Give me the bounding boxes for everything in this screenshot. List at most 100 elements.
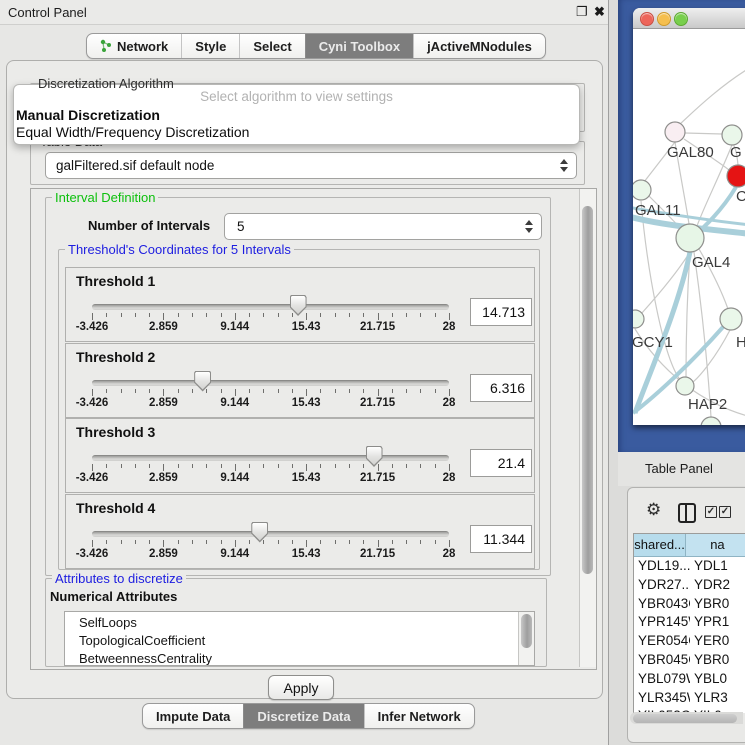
bottom-tab-bar: Impute Data Discretize DataInfer Network [142,703,475,729]
network-node-label: C [736,188,745,205]
slider-tick-label: 9.144 [203,548,267,560]
network-node[interactable] [633,180,651,200]
network-view-window: GAL80GCGAL11GAL4GCY1HHAP2 [633,8,745,425]
slider-ticks [92,313,450,321]
tab-cyni-toolbox[interactable]: Cyni Toolbox [305,34,413,58]
table-cell: YPR145W [634,613,690,632]
table-horizontal-scrollbar-thumb[interactable] [633,714,737,723]
slider-tick-label: 21.715 [346,321,410,333]
table-row[interactable]: YBR043CYBR0 [634,595,745,614]
attribute-list-item[interactable]: TopologicalCoefficient [65,632,534,650]
mac-close-button[interactable] [640,12,654,26]
attribute-list-item[interactable]: BetweennessCentrality [65,650,534,666]
combo-arrows-icon [560,159,568,172]
threshold-row: Threshold 1 14.713 -3.4262.8599.14415.43… [65,267,535,342]
slider-tick-label: 9.144 [203,321,267,333]
algorithm-option[interactable]: Manual Discretization [16,107,576,123]
table-row[interactable]: YDR27...YDR2 [634,576,745,595]
slider-tick-label: 21.715 [346,472,410,484]
discretization-algorithm-group-title: Discretization Algorithm [38,76,174,91]
vertical-scrollbar-thumb[interactable] [582,206,593,574]
control-panel-window: Control Panel ❐ ✖ Network Style SelectCyni… [0,0,609,745]
table-row[interactable]: YBL079WYBL0 [634,670,745,689]
mac-minimize-button[interactable] [657,12,671,26]
network-icon [100,39,112,53]
slider-track[interactable] [92,380,449,386]
network-node[interactable] [727,165,745,187]
slider-tick-label: 21.715 [346,397,410,409]
top-tab-bar: Network Style SelectCyni ToolboxjActiveMNo… [86,33,546,59]
slider-tick-label: 28 [417,548,481,560]
network-window-titlebar [633,8,745,29]
table-data-combo-value: galFiltered.sif default node [46,158,560,173]
network-edge[interactable] [680,67,745,124]
table-column-header[interactable]: na [686,534,745,556]
num-intervals-label: Number of Intervals [88,218,210,233]
table-panel-header: Table Panel [618,452,745,486]
slider-tick-label: -3.426 [60,397,124,409]
interval-definition-group-title: Interval Definition [52,190,158,205]
network-node[interactable] [722,125,742,145]
slider-track[interactable] [92,304,449,310]
tab-style[interactable]: Style [181,34,239,58]
tab-label: Style [195,39,226,54]
tab-label: Impute Data [156,709,230,724]
attributes-listbox[interactable]: SelfLoopsTopologicalCoefficientBetweenne… [64,611,535,666]
split-columns-icon[interactable] [678,503,696,523]
table-cell: YER0 [690,632,745,651]
threshold-row: Threshold 4 11.344 -3.4262.8599.14415.43… [65,494,535,569]
tab-impute-data[interactable]: Impute Data [143,704,243,728]
tab-select[interactable]: Select [239,34,304,58]
slider-tick-label: 9.144 [203,397,267,409]
network-canvas[interactable]: GAL80GCGAL11GAL4GCY1HHAP2 [633,29,745,425]
attributes-scrollbar-thumb[interactable] [521,614,532,648]
table-row[interactable]: YLR345WYLR3 [634,689,745,708]
threshold-label: Threshold 2 [76,349,155,365]
checkbox-icon[interactable]: ✓ [705,506,717,518]
network-node[interactable] [676,224,704,252]
network-node[interactable] [676,377,694,395]
num-intervals-combo[interactable]: 5 [224,213,542,240]
slider-ticks [92,540,450,548]
float-window-icon[interactable]: ❐ [576,4,588,20]
table-row[interactable]: YER054CYER0 [634,632,745,651]
network-edge[interactable] [694,252,711,417]
table-cell: YBR043C [634,595,690,614]
slider-tick-label: -3.426 [60,321,124,333]
slider-tick-label: 15.43 [274,472,338,484]
threshold-label: Threshold 3 [76,424,155,440]
table-column-header[interactable]: shared... [634,534,686,556]
network-edge[interactable] [685,133,722,134]
slider-tick-label: 9.144 [203,472,267,484]
table-data-combo[interactable]: galFiltered.sif default node [45,152,577,179]
network-node[interactable] [701,417,721,425]
network-node[interactable] [720,308,742,330]
attributes-group-title: Attributes to discretize [52,571,186,586]
slider-tick-label: 28 [417,321,481,333]
node-attribute-table[interactable]: shared...na YDL19...YDL1YDR27...YDR2YBR0… [633,533,745,713]
table-row[interactable]: YPR145WYPR1 [634,613,745,632]
gear-icon[interactable]: ⚙ [646,500,661,520]
tab-jactivemnodules[interactable]: jActiveMNodules [413,34,545,58]
table-row[interactable]: YDL19...YDL1 [634,557,745,576]
num-intervals-value: 5 [225,219,525,234]
apply-button[interactable]: Apply [268,675,334,700]
table-cell: YPR1 [690,613,745,632]
attribute-list-item[interactable]: SelfLoops [65,614,534,632]
tab-infer-network[interactable]: Infer Network [364,704,474,728]
algorithm-option[interactable]: Equal Width/Frequency Discretization [16,124,576,140]
table-horizontal-scrollbar[interactable] [630,712,743,724]
mac-zoom-button[interactable] [674,12,688,26]
control-panel-titlebar: Control Panel ❐ ✖ [0,0,608,25]
checkbox-icon[interactable]: ✓ [719,506,731,518]
close-icon[interactable]: ✖ [594,4,605,20]
slider-track[interactable] [92,455,449,461]
numerical-attributes-label: Numerical Attributes [50,589,177,604]
tab-network[interactable]: Network [87,34,181,58]
attributes-scrollbar[interactable] [518,612,534,665]
vertical-scrollbar[interactable] [579,189,596,667]
network-node[interactable] [665,122,685,142]
table-row[interactable]: YBR045CYBR0 [634,651,745,670]
tab-discretize-data[interactable]: Discretize Data [243,704,363,728]
slider-track[interactable] [92,531,449,537]
